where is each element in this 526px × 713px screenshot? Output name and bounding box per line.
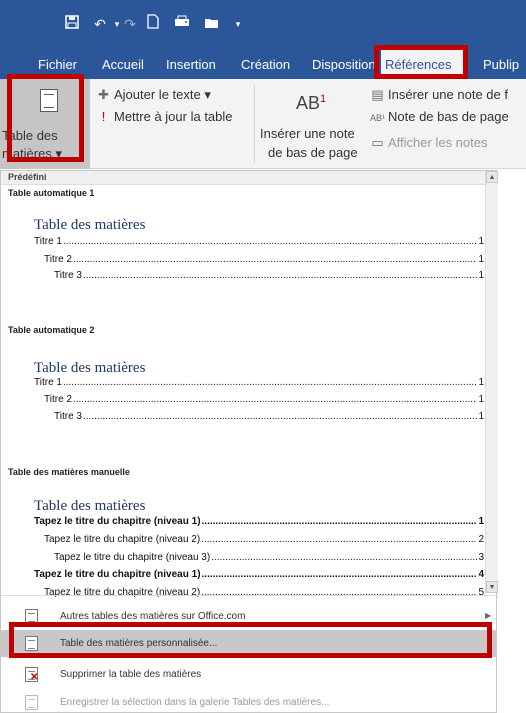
toc-line: Titre 31 [54,410,484,424]
more-tocs-label: Autres tables des matières sur Office.co… [60,611,246,622]
insert-endnote-button[interactable]: ▤ Insérer une note de f [370,87,508,103]
section-title: Table automatique 1 [8,188,95,198]
footnote-icon-sup: 1 [320,93,327,105]
toc-line: Titre 11 [34,235,484,249]
tab-disposition[interactable]: Disposition [308,50,380,79]
update-table-icon: ! [101,109,106,124]
open-icon[interactable] [202,14,222,34]
update-table-label: Mettre à jour la table [114,109,233,124]
remove-toc-label: Supprimer la table des matières [60,669,202,680]
ribbon-references: Table des matières ▾ ✚ Ajouter le texte ▾… [0,79,526,169]
tab-accueil[interactable]: Accueil [98,50,148,79]
footnote-icon-base: AB [296,93,321,113]
show-notes-button[interactable]: ▭ Afficher les notes [370,135,487,151]
toc-line: Tapez le titre du chapitre (niveau 1)4 [34,568,484,582]
document-area[interactable] [497,170,526,713]
tab-creation[interactable]: Création [237,50,294,79]
toc-gallery-dropdown: Prédéfini ▲ ▼ Table automatique 1 Table … [0,170,498,713]
custom-toc-icon [25,636,38,651]
scroll-down-icon[interactable]: ▼ [486,581,498,593]
gallery-header-label: Prédéfini [8,172,47,182]
toc-heading: Table des matières [34,498,146,514]
gallery-header: Prédéfini [1,171,485,185]
toc-heading: Table des matières [34,360,146,376]
section-title: Table automatique 2 [8,325,95,335]
toc-line: Tapez le titre du chapitre (niveau 2)5 [44,586,484,600]
next-footnote-icon: AB¹ [370,113,386,123]
insert-endnote-label: Insérer une note de f [388,87,508,102]
ribbon-separator [254,85,255,163]
title-bar: ↶ ▾ ↷ ▾ [0,0,526,50]
add-text-icon: ✚ [98,87,109,102]
toc-line: Titre 21 [44,253,484,267]
save-selection-item[interactable]: Enregistrer la sélection dans la galerie… [1,689,497,713]
add-text-button[interactable]: ✚ Ajouter le texte ▾ [96,87,211,103]
update-table-button[interactable]: ! Mettre à jour la table [96,109,233,124]
custom-toc-item[interactable]: Table des matières personnalisée... [1,630,497,657]
save-selection-icon [25,695,38,710]
toc-line: Tapez le titre du chapitre (niveau 1)1 [34,515,484,529]
section-title: Table des matières manuelle [8,467,130,477]
toc-icon [40,89,58,112]
show-notes-icon: ▭ [371,135,384,150]
tab-references[interactable]: Références [381,50,467,79]
toc-line: Titre 21 [44,393,484,407]
menu-separator [1,595,498,596]
add-text-label: Ajouter le texte ▾ [114,87,211,102]
table-of-contents-button[interactable]: Table des matières ▾ [0,79,90,169]
remove-toc-item[interactable]: Supprimer la table des matières [1,661,497,688]
toc-line: Titre 31 [54,269,484,283]
more-tocs-office-item[interactable]: Autres tables des matières sur Office.co… [1,603,497,630]
tab-insertion[interactable]: Insertion [162,50,220,79]
remove-toc-icon [25,667,38,683]
customize-icon[interactable]: ▾ [228,14,248,34]
tab-fichier[interactable]: Fichier [34,50,81,79]
toc-heading: Table des matières [34,217,146,233]
save-icon[interactable] [62,14,82,34]
toc-line: Titre 11 [34,376,484,390]
toc-line: Tapez le titre du chapitre (niveau 3)3 [54,551,484,565]
toc-line: Tapez le titre du chapitre (niveau 2)2 [44,533,484,547]
tab-publipostage[interactable]: Publip [479,50,523,79]
save-selection-label: Enregistrer la sélection dans la galerie… [60,697,330,708]
submenu-arrow-icon: ▶ [485,611,492,620]
next-footnote-label: Note de bas de page [388,109,509,124]
toc-button-label-line1: Table des [2,128,58,143]
ribbon-tabs: Fichier Accueil Insertion Création Dispo… [0,50,526,79]
gallery-scrollbar[interactable]: ▲ ▼ [485,171,498,593]
office-com-icon [25,609,38,624]
print-preview-icon[interactable] [172,14,192,34]
scroll-up-icon[interactable]: ▲ [486,171,498,183]
show-notes-label: Afficher les notes [388,135,488,150]
insert-endnote-icon: ▤ [371,87,384,102]
custom-toc-label: Table des matières personnalisée... [60,638,218,649]
next-footnote-button[interactable]: AB¹ Note de bas de page [370,109,509,124]
redo-icon[interactable]: ↷ [120,14,140,34]
new-doc-icon[interactable] [143,14,163,34]
insert-footnote-label-line1[interactable]: Insérer une note [260,126,355,141]
insert-footnote-icon: AB1 [296,93,326,114]
toc-button-label-line2: matières ▾ [2,146,62,161]
insert-footnote-label-line2[interactable]: de bas de page [268,145,358,160]
